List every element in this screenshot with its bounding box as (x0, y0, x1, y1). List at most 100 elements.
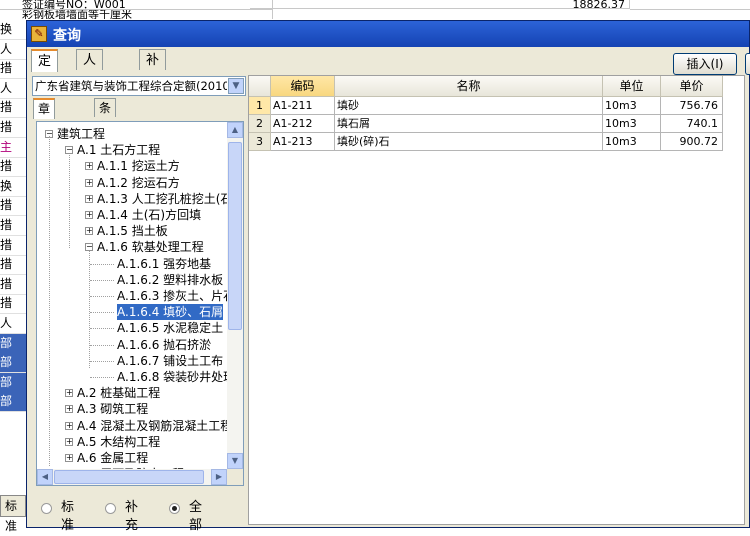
tree-node-label: A.1.6.7 铺设土工布 (117, 353, 224, 368)
tree-node-label: A.2 桩基础工程 (77, 386, 161, 401)
background-top-label: 签证编号NO：W001 (0, 0, 273, 10)
radio-label: 标准 (61, 500, 75, 533)
row-number: 1 (249, 97, 271, 115)
radio-circle-icon[interactable] (105, 503, 116, 514)
tree-node-label: A.1.6.3 掺灰土、片石 (117, 289, 236, 303)
cell-name[interactable]: 填砂 (335, 97, 603, 115)
tab-condition-query[interactable]: 条件查询 (94, 98, 117, 172)
cell-unit[interactable]: 10m3 (603, 115, 661, 133)
tree-node-label: A.1.6.1 强夯地基 (117, 256, 212, 271)
filter-radio-group: 标准 补充 全部 (41, 499, 246, 533)
expand-icon[interactable]: + (65, 421, 73, 430)
tree-node-label: A.1.4 土(石)方回填 (97, 208, 202, 222)
cell-unit[interactable]: 10m3 (603, 97, 661, 115)
background-left-cell: 措 (0, 59, 26, 80)
tree-horizontal-scrollbar[interactable]: ◀ ▶ (37, 469, 227, 485)
dialog-titlebar[interactable]: ✎ 查询 (27, 21, 749, 47)
tree-vertical-scrollbar[interactable]: ▲ ▼ (227, 122, 243, 469)
background-left-cell: 部 (0, 392, 26, 413)
background-left-cell: 措 (0, 294, 26, 315)
tree-node-label: A.1.1 挖运土方 (97, 159, 180, 174)
expand-icon[interactable]: + (65, 454, 73, 462)
collapse-icon[interactable]: − (65, 146, 73, 155)
radio-circle-icon[interactable] (41, 503, 52, 514)
tree-guide-line (90, 328, 114, 330)
tree-guide-line (49, 136, 50, 466)
cell-price[interactable]: 740.1 (661, 115, 723, 133)
chevron-down-icon[interactable]: ▼ (228, 78, 244, 94)
expand-icon[interactable]: + (85, 194, 93, 203)
radio-circle-icon[interactable] (169, 503, 180, 514)
background-partial-row: 彩钢板墙墙面等千厘米 (0, 10, 273, 19)
radio-label: 全部 (189, 500, 203, 533)
background-left-cell: 主 (0, 138, 26, 158)
tree-node-label: A.1.6.6 抛石挤淤 (117, 337, 212, 352)
row-number: 2 (249, 115, 271, 133)
tree-guide-line (90, 296, 114, 297)
vertical-scroll-thumb[interactable] (228, 142, 242, 330)
column-header-name[interactable]: 名称 (335, 76, 603, 97)
tree-node-label: A.1.6.8 袋装砂井处理 (117, 370, 236, 384)
background-left-cell: 人 (0, 79, 26, 99)
cell-code[interactable]: A1-211 (271, 97, 335, 115)
background-left-cell: 措 (0, 118, 26, 138)
scroll-corner (227, 469, 243, 485)
insert-button[interactable]: 插入(I) (673, 53, 737, 75)
tree-guide-line (90, 360, 114, 362)
tree-node-label: 建筑工程 (57, 127, 106, 141)
expand-icon[interactable]: + (85, 162, 93, 171)
secondary-button[interactable] (745, 53, 750, 75)
background-left-cell: 部 (0, 372, 26, 393)
scroll-right-icon[interactable]: ▶ (211, 469, 227, 485)
column-header-unit[interactable]: 单位 (603, 76, 661, 97)
background-left-cell: 换 (0, 177, 26, 197)
row-number-header (249, 76, 271, 97)
expand-icon[interactable]: + (85, 227, 93, 236)
column-header-code[interactable]: 编码 (271, 76, 335, 97)
cell-price[interactable]: 900.72 (661, 133, 723, 151)
cell-name[interactable]: 填砂(碎)石 (335, 133, 603, 151)
background-top-value: 18826.37 (250, 0, 630, 9)
expand-icon[interactable]: + (85, 211, 93, 219)
expand-icon[interactable]: + (85, 178, 93, 187)
expand-icon[interactable]: + (65, 437, 73, 446)
query-dialog: ✎ 查询 定额 人材机 补充人材机 插入(I) 广东省建筑与装饰工程综合定额(2… (26, 20, 750, 533)
background-standard-button[interactable]: 标准 (0, 495, 26, 533)
background-grid-top: 签证编号NO：W001 18826.37 彩钢板墙墙面等千厘米 (0, 0, 750, 20)
tree-guide-line (90, 377, 114, 378)
quota-library-select[interactable]: 广东省建筑与装饰工程综合定额(2010) ▼ (32, 76, 246, 96)
cell-code[interactable]: A1-213 (271, 133, 335, 151)
tree-node-label: A.1 土石方工程 (77, 143, 161, 158)
horizontal-scroll-thumb[interactable] (54, 470, 204, 484)
radio-label: 补充 (125, 500, 139, 533)
tab-chapter-query[interactable]: 章节查询 (33, 98, 56, 173)
cell-code[interactable]: A1-212 (271, 115, 335, 133)
cell-unit[interactable]: 10m3 (603, 133, 661, 151)
tree-node-label: A.1.6.4 填砂、石屑 (117, 304, 224, 321)
expand-icon[interactable]: + (65, 389, 73, 398)
app-icon: ✎ (31, 26, 47, 42)
row-number: 3 (249, 133, 271, 151)
expand-icon[interactable]: + (65, 405, 73, 414)
tab-quota[interactable]: 定额 (31, 49, 59, 90)
background-left-cell: 措 (0, 157, 26, 178)
tree-guide-line (90, 263, 114, 265)
background-left-cell: 换 (0, 20, 26, 40)
tab-labor-material[interactable]: 人材机 (76, 49, 104, 110)
scroll-left-icon[interactable]: ◀ (37, 469, 53, 485)
tree-node-label: A.1.6.5 水泥稳定土 (117, 321, 224, 336)
scroll-down-icon[interactable]: ▼ (227, 453, 243, 469)
collapse-icon[interactable]: − (85, 243, 93, 252)
background-left-cell: 措 (0, 236, 26, 256)
tab-supplementary[interactable]: 补充人材机 (139, 49, 167, 152)
background-left-column: 换人措人措措主措换措措措措措措人部部部部标准 (0, 20, 26, 533)
cell-name[interactable]: 填石屑 (335, 115, 603, 133)
scroll-up-icon[interactable]: ▲ (227, 122, 243, 138)
tree-node-label: A.1.6 软基处理工程 (97, 240, 204, 255)
tree-guide-line (90, 279, 114, 281)
tree-guide-line (90, 312, 114, 314)
column-header-price[interactable]: 单价 (661, 76, 723, 97)
tree-node-label: A.1.2 挖运石方 (97, 175, 180, 190)
cell-price[interactable]: 756.76 (661, 97, 723, 115)
left-pane: 广东省建筑与装饰工程综合定额(2010) ▼ 章节查询 条件查询 −建筑工程−A… (31, 73, 246, 533)
